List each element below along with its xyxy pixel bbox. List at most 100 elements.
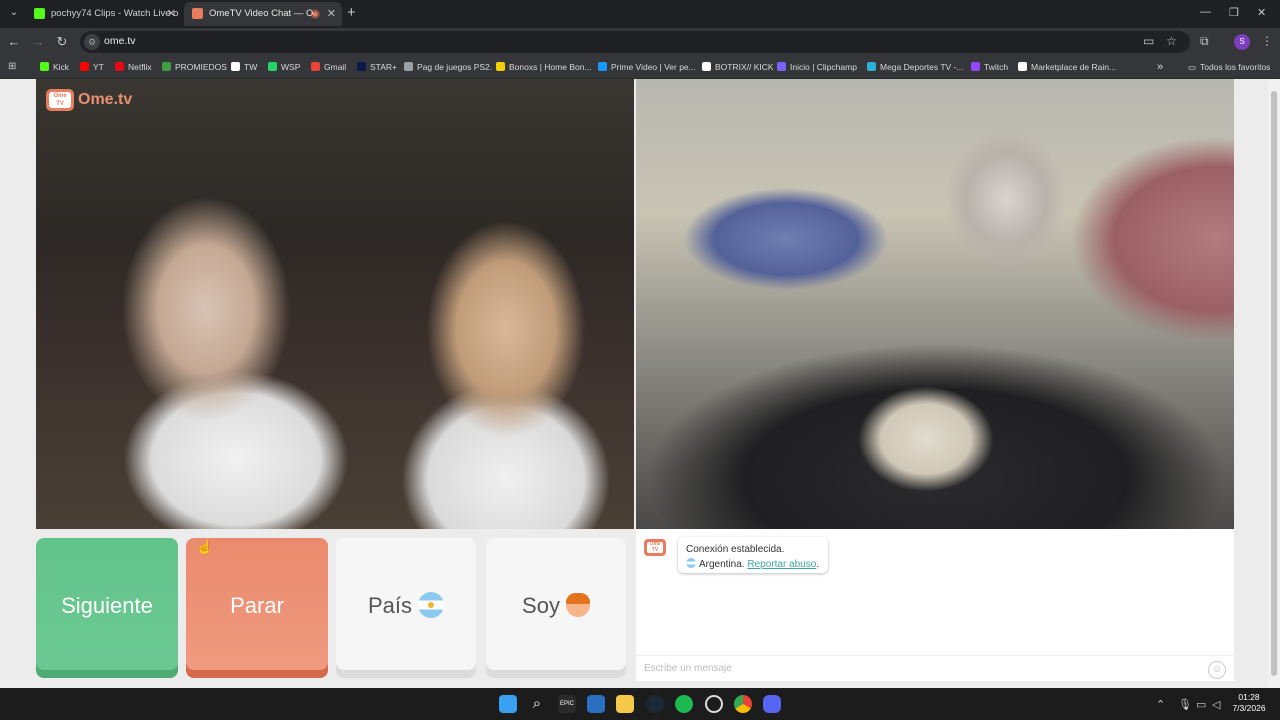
ometv-favicon-icon [192, 8, 203, 19]
clock-date: 7/3/2026 [1232, 703, 1266, 713]
close-icon[interactable]: ✕ [327, 2, 336, 26]
all-favorites-folder[interactable]: ▭ Todos los favoritos [1188, 60, 1270, 74]
minimize-button[interactable]: — [1200, 6, 1211, 18]
bookmark-twitch[interactable]: Twitch [971, 60, 1008, 74]
gender-button[interactable]: Soy [486, 538, 626, 678]
windows-start-icon[interactable] [499, 695, 517, 713]
x-icon [231, 62, 240, 71]
bookmark-ps2-games[interactable]: Pag de juegos PS2. [404, 60, 492, 74]
bookmark-prime-video[interactable]: Prime Video | Ver pe... [598, 60, 696, 74]
message-input[interactable]: Escribe un mensaje ☺ [636, 655, 1234, 682]
gmail-icon [311, 62, 320, 71]
clipchamp-icon [777, 62, 786, 71]
youtube-icon [80, 62, 89, 71]
microphone-icon[interactable]: 🎙 [1178, 698, 1192, 711]
tab-strip: ⌄ pochyy74 Clips - Watch Live on ✕ OmeTV… [0, 0, 1280, 28]
stop-button[interactable]: Parar [186, 538, 328, 678]
menu-dots-icon[interactable]: ⋮ [1261, 34, 1273, 48]
bookmark-yt[interactable]: YT [80, 60, 104, 74]
system-message: Conexión establecida. Argentina. Reporta… [678, 537, 828, 573]
reload-icon[interactable]: ↻ [54, 34, 70, 50]
chat-panel: Ome TV Conexión establecida. Argentina. … [636, 529, 1234, 681]
globe-icon [404, 62, 413, 71]
bonoxs-icon [496, 62, 505, 71]
browser-toolbar: ← → ↻ ⚙ ome.tv ▭ ☆ ⧉ ⋮ [0, 28, 1280, 56]
new-tab-button[interactable]: + [347, 4, 356, 21]
country-button[interactable]: País [336, 538, 476, 678]
folder-icon: ▭ [1188, 62, 1197, 72]
tab-title: OmeTV Video Chat — Ome [209, 8, 313, 19]
epic-games-icon[interactable]: EPIC [558, 695, 576, 713]
window-close-button[interactable]: ✕ [1257, 6, 1266, 19]
recording-icon: ◉ [310, 8, 320, 20]
close-icon[interactable]: ✕ [167, 2, 176, 26]
clock-time: 01:28 [1238, 692, 1260, 702]
back-arrow-icon[interactable]: ← [6, 34, 22, 49]
app-arrow-icon[interactable] [587, 695, 605, 713]
kick-favicon-icon [34, 8, 45, 19]
ometv-chat-icon: Ome TV [644, 539, 666, 556]
kick-icon [40, 62, 49, 71]
volume-icon[interactable]: ◁ [1212, 698, 1220, 711]
profile-avatar[interactable]: S [1234, 34, 1250, 50]
system-clock[interactable]: 01:28 7/3/2026 [1226, 692, 1272, 714]
tab-kick-clips[interactable]: pochyy74 Clips - Watch Live on ✕ [26, 2, 182, 26]
tab-search-icon[interactable]: ⌄ [6, 5, 22, 21]
bookmarks-overflow-button[interactable]: » [1157, 60, 1163, 74]
bookmark-wsp[interactable]: WSP [268, 60, 300, 74]
bookmark-clipchamp[interactable]: Inicio | Clipchamp [777, 60, 857, 74]
file-explorer-icon[interactable] [616, 695, 634, 713]
bookmark-netflix[interactable]: Netflix [115, 60, 152, 74]
page-scrollbar[interactable] [1268, 79, 1280, 688]
ometv-page: Ome TV Ome.tv Siguiente Parar País Soy ☝… [0, 79, 1268, 688]
emoji-icon[interactable]: ☺ [1208, 661, 1226, 679]
next-button[interactable]: Siguiente [36, 538, 178, 678]
bookmark-gmail[interactable]: Gmail [311, 60, 346, 74]
twitch-icon [971, 62, 980, 71]
network-icon[interactable]: ▭ [1196, 698, 1206, 711]
mega-deportes-icon [867, 62, 876, 71]
bookmark-starplus[interactable]: STAR+ [357, 60, 397, 74]
windows-taskbar: ⌕ EPIC ⌃ 🎙 ▭ ◁ 01:28 7/3/2026 [0, 688, 1280, 720]
bookmark-marketplace[interactable]: Marketplace de Rain... [1018, 60, 1116, 74]
spotify-icon[interactable] [675, 695, 693, 713]
app-gear-icon[interactable] [705, 695, 723, 713]
bookmark-star-icon[interactable]: ☆ [1166, 34, 1177, 48]
hand-cursor-icon: ☝ [196, 539, 214, 555]
scroll-thumb[interactable] [1271, 91, 1277, 676]
tab-title: pochyy74 Clips - Watch Live on [51, 8, 179, 19]
remote-video [636, 79, 1234, 529]
apps-grid-icon[interactable]: ⊞ [8, 60, 16, 74]
discord-icon[interactable] [763, 695, 781, 713]
netflix-icon [115, 62, 124, 71]
bookmark-tw[interactable]: TW [231, 60, 257, 74]
country-line: Argentina. Reportar abuso. [686, 557, 820, 572]
local-video: Ome TV Ome.tv [36, 79, 634, 529]
tray-chevron-icon[interactable]: ⌃ [1156, 698, 1165, 711]
logo-text: Ome.tv [78, 91, 133, 108]
argentina-flag-icon [418, 592, 445, 618]
bookmark-promiedos[interactable]: PROMIEDOS [162, 60, 227, 74]
cast-icon[interactable]: ▭ [1143, 34, 1154, 48]
forward-arrow-icon[interactable]: → [30, 34, 46, 49]
bookmark-kick[interactable]: Kick [40, 60, 69, 74]
search-icon[interactable]: ⌕ [528, 695, 546, 713]
maximize-button[interactable]: ❐ [1229, 6, 1239, 19]
bookmark-mega-deportes[interactable]: Mega Deportes TV -... [867, 60, 963, 74]
starplus-icon [357, 62, 366, 71]
promiedos-icon [162, 62, 171, 71]
url-text[interactable]: ome.tv [104, 35, 136, 47]
chrome-icon[interactable] [734, 695, 752, 713]
site-info-icon[interactable]: ⚙ [84, 34, 100, 50]
steam-icon[interactable] [646, 695, 664, 713]
report-abuse-link[interactable]: Reportar abuso [747, 559, 816, 570]
tv-logo-icon: Ome TV [46, 89, 74, 111]
tab-ometv[interactable]: OmeTV Video Chat — Ome ◉ ✕ [184, 2, 342, 26]
bookmark-botrix[interactable]: BOTRIX// KICK [702, 60, 774, 74]
bookmark-bonoxs[interactable]: Bonoxs | Home Bon... [496, 60, 592, 74]
extensions-icon[interactable]: ⧉ [1200, 34, 1209, 49]
botrix-icon [702, 62, 711, 71]
address-bar[interactable]: ⚙ ome.tv [80, 31, 1190, 53]
prime-video-icon [598, 62, 607, 71]
whatsapp-icon [268, 62, 277, 71]
